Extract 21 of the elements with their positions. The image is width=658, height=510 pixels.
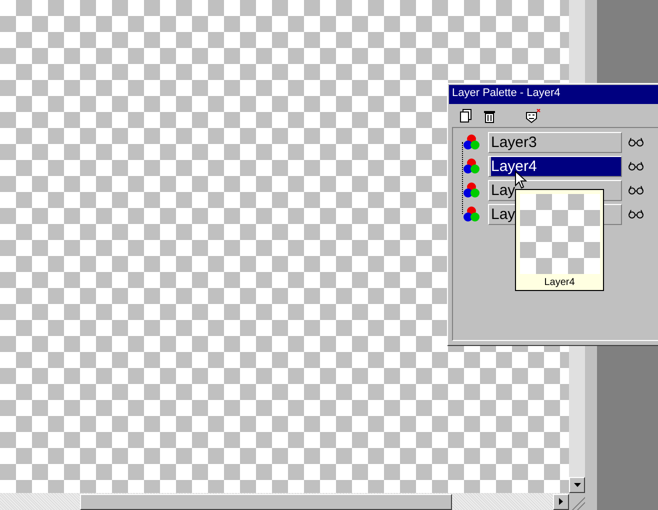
mask-icon[interactable] xyxy=(525,108,541,124)
right-arrow-icon xyxy=(559,498,563,505)
rgb-layer-icon xyxy=(463,134,480,150)
rgb-layer-icon xyxy=(463,158,480,174)
glasses-icon[interactable] xyxy=(628,161,644,171)
rgb-layer-icon xyxy=(463,182,480,198)
window-title: Layer Palette - Layer4 xyxy=(449,85,658,104)
layer-name[interactable]: Layer4 xyxy=(488,156,622,176)
horizontal-scrollbar[interactable] xyxy=(0,493,569,510)
glasses-icon[interactable] xyxy=(628,185,644,195)
trash-icon[interactable] xyxy=(484,110,495,122)
tooltip-label: Layer4 xyxy=(544,277,575,288)
layer-name[interactable]: Layer3 xyxy=(488,132,622,152)
duplicate-layer-icon[interactable] xyxy=(460,109,472,123)
scroll-down-button[interactable] xyxy=(569,477,585,493)
scroll-thumb[interactable] xyxy=(80,494,452,510)
down-arrow-icon xyxy=(574,483,580,487)
glasses-icon[interactable] xyxy=(628,137,644,147)
rgb-layer-icon xyxy=(463,206,480,222)
scroll-right-button[interactable] xyxy=(553,494,569,510)
glasses-icon[interactable] xyxy=(628,209,644,219)
